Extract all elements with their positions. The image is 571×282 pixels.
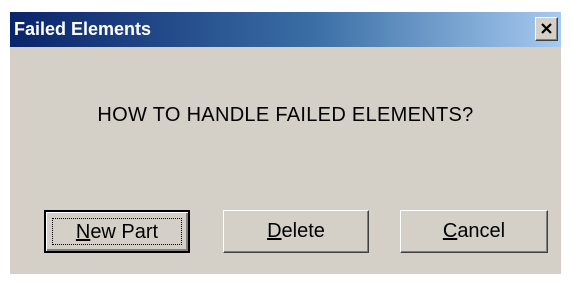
delete-button[interactable]: Delete	[223, 210, 369, 253]
dialog-message: HOW TO HANDLE FAILED ELEMENTS?	[97, 104, 474, 126]
cancel-label-rest: ancel	[457, 220, 506, 242]
delete-button-label: Delete	[267, 220, 325, 242]
new-part-button-label: New Part	[76, 221, 158, 243]
failed-elements-dialog: Failed Elements HOW TO HANDLE FAILED ELE…	[10, 12, 561, 274]
new-part-button[interactable]: New Part	[44, 210, 190, 253]
new-part-mnemonic: N	[75, 221, 91, 243]
cancel-button[interactable]: Cancel	[400, 210, 548, 253]
delete-mnemonic: D	[267, 220, 282, 242]
window-title: Failed Elements	[14, 19, 152, 39]
cancel-button-label: Cancel	[443, 220, 505, 242]
delete-label-rest: elete	[281, 220, 325, 242]
cancel-mnemonic: C	[442, 220, 458, 242]
new-part-label-rest: ew Part	[90, 221, 159, 243]
close-button[interactable]	[535, 17, 558, 41]
close-x-icon	[541, 23, 552, 34]
title-bar[interactable]: Failed Elements	[10, 12, 561, 47]
